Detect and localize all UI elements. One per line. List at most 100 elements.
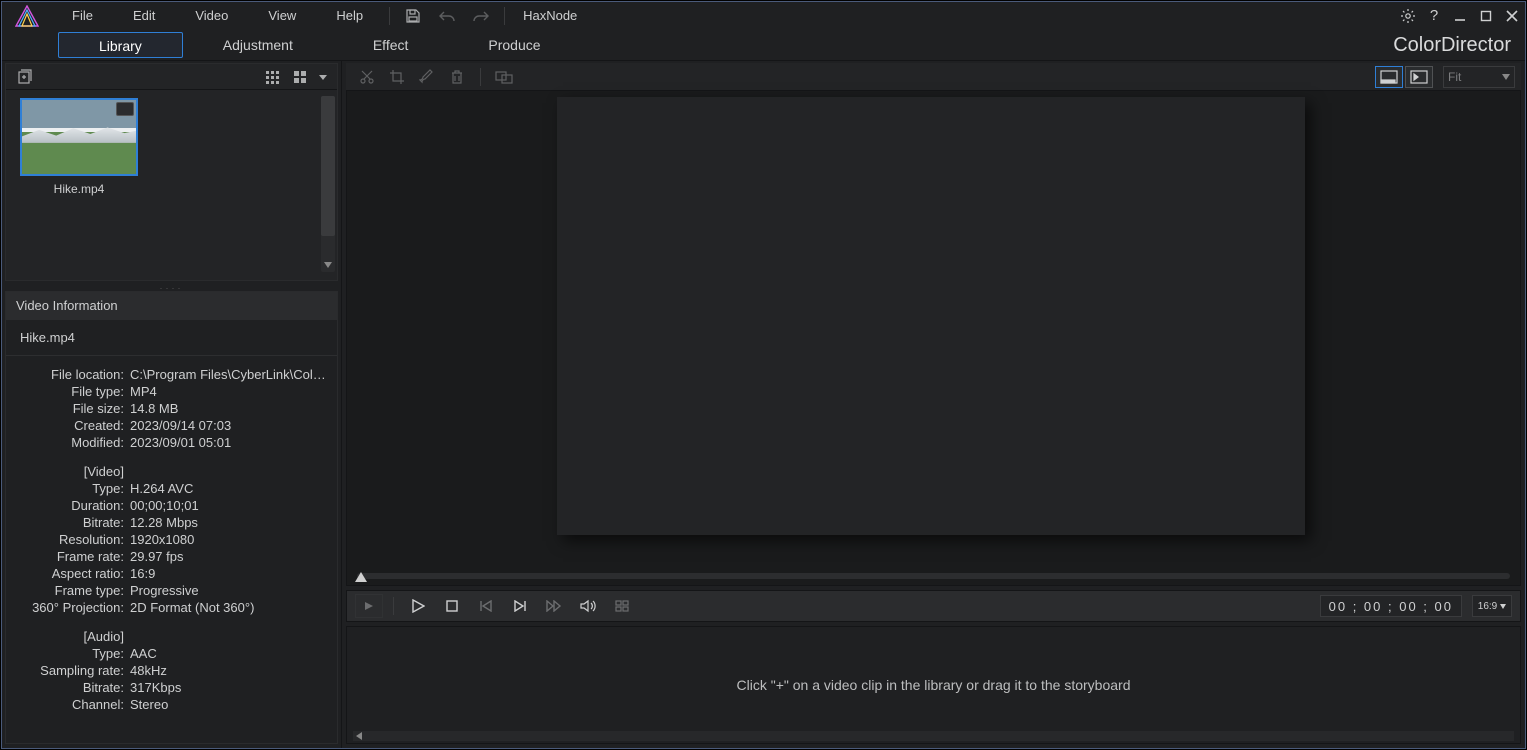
info-row: 360° Projection:2D Format (Not 360°): [6, 599, 331, 616]
stop-button[interactable]: [438, 594, 466, 618]
info-row: Modified:2023/09/01 05:01: [6, 434, 331, 451]
info-value: Stereo: [130, 696, 331, 713]
media-clip-name: Hike.mp4: [14, 182, 144, 196]
tab-adjustment[interactable]: Adjustment: [183, 32, 333, 58]
settings-icon[interactable]: [1397, 5, 1419, 27]
aspect-ratio-value: 16:9: [1478, 601, 1497, 612]
info-row: File type:MP4: [6, 383, 331, 400]
brand-title: ColorDirector: [1393, 29, 1511, 61]
compare-icon: [489, 66, 519, 88]
timecode-display[interactable]: 00 ; 00 ; 00 ; 00: [1320, 595, 1462, 617]
library-grid[interactable]: Hike.mp4: [6, 90, 337, 280]
storyboard-hint: Click "+" on a video clip in the library…: [737, 677, 1131, 693]
play-button[interactable]: [404, 594, 432, 618]
menu-haxnode[interactable]: HaxNode: [511, 2, 589, 29]
panel-splitter[interactable]: ····: [2, 283, 341, 291]
info-value: Progressive: [130, 582, 331, 599]
tab-effect[interactable]: Effect: [333, 32, 449, 58]
info-key: Frame type:: [6, 582, 130, 599]
scrollbar-thumb[interactable]: [321, 96, 335, 236]
cut-icon: [352, 66, 382, 88]
storyboard-scrollbar[interactable]: [353, 731, 1514, 741]
info-value: 48kHz: [130, 662, 331, 679]
view-small-thumbs-icon[interactable]: [261, 66, 283, 88]
menu-separator: [504, 7, 505, 25]
info-key: File location:: [6, 366, 130, 383]
tab-library[interactable]: Library: [58, 32, 183, 58]
menu-view[interactable]: View: [248, 2, 316, 29]
next-frame-button[interactable]: [506, 594, 534, 618]
info-value: 2023/09/01 05:01: [130, 434, 331, 451]
aspect-ratio-dropdown[interactable]: 16:9: [1472, 595, 1512, 617]
clip-badge-icon: [116, 102, 134, 116]
info-key: Modified:: [6, 434, 130, 451]
fast-forward-button: [540, 594, 568, 618]
grid-button: [608, 594, 636, 618]
prev-frame-button: [472, 594, 500, 618]
minimize-button[interactable]: [1449, 5, 1471, 27]
video-info-panel: Video Information Hike.mp4 File location…: [5, 291, 338, 744]
volume-button[interactable]: [574, 594, 602, 618]
library-toolbar: [6, 64, 337, 90]
menu-edit[interactable]: Edit: [113, 2, 175, 29]
scroll-left-icon[interactable]: [353, 731, 365, 741]
info-row: File size:14.8 MB: [6, 400, 331, 417]
view-options-chevron-icon[interactable]: [317, 66, 329, 88]
menubar: File Edit Video View Help HaxNode ?: [2, 2, 1525, 29]
info-value: 2D Format (Not 360°): [130, 599, 331, 616]
info-key: Channel:: [6, 696, 130, 713]
right-column: Fit: [342, 61, 1525, 748]
info-key: [Audio]: [6, 628, 130, 645]
scroll-down-icon[interactable]: [321, 258, 335, 272]
preview-area[interactable]: [346, 91, 1521, 586]
maximize-button[interactable]: [1475, 5, 1497, 27]
help-icon[interactable]: ?: [1423, 5, 1445, 27]
zoom-value: Fit: [1448, 70, 1461, 84]
video-info-title: Video Information: [6, 292, 337, 320]
menu-video[interactable]: Video: [175, 2, 248, 29]
info-key: File size:: [6, 400, 130, 417]
info-value: 14.8 MB: [130, 400, 331, 417]
media-clip[interactable]: Hike.mp4: [14, 98, 144, 272]
info-row: Frame type:Progressive: [6, 582, 331, 599]
storyboard-panel[interactable]: Click "+" on a video clip in the library…: [346, 626, 1521, 744]
menu-file[interactable]: File: [52, 2, 113, 29]
redo-icon: [471, 6, 491, 26]
info-key: 360° Projection:: [6, 599, 130, 616]
info-value: C:\Program Files\CyberLink\Color...: [130, 366, 331, 383]
tab-produce[interactable]: Produce: [448, 32, 580, 58]
main-area: Hike.mp4 ···· Video Information Hike.mp4…: [2, 61, 1525, 748]
import-media-icon[interactable]: [14, 66, 36, 88]
info-row: Aspect ratio:16:9: [6, 565, 331, 582]
info-key: Type:: [6, 480, 130, 497]
preview-toolbar: Fit: [346, 63, 1521, 91]
library-panel: Hike.mp4: [5, 63, 338, 281]
save-icon[interactable]: [403, 6, 423, 26]
info-key: [Video]: [6, 463, 130, 480]
view-split-icon[interactable]: [1405, 66, 1433, 88]
info-value: H.264 AVC: [130, 480, 331, 497]
info-row: Type:AAC: [6, 645, 331, 662]
info-value: 317Kbps: [130, 679, 331, 696]
brush-icon: [412, 66, 442, 88]
info-key: Sampling rate:: [6, 662, 130, 679]
info-row: Bitrate:317Kbps: [6, 679, 331, 696]
info-key: Resolution:: [6, 531, 130, 548]
preview-scrub-track[interactable]: [357, 573, 1510, 579]
info-value: 00;00;10;01: [130, 497, 331, 514]
menu-help[interactable]: Help: [316, 2, 383, 29]
view-single-icon[interactable]: [1375, 66, 1403, 88]
library-scrollbar[interactable]: [321, 96, 335, 272]
zoom-dropdown[interactable]: Fit: [1443, 66, 1515, 88]
info-row: File location:C:\Program Files\CyberLink…: [6, 366, 331, 383]
preview-scrub-cursor[interactable]: [355, 572, 367, 582]
workspace-tabs: Library Adjustment Effect Produce ColorD…: [2, 29, 1525, 61]
close-button[interactable]: [1501, 5, 1523, 27]
preview-canvas: [557, 97, 1305, 535]
info-key: Aspect ratio:: [6, 565, 130, 582]
play-range-button: [355, 594, 383, 618]
view-large-thumbs-icon[interactable]: [289, 66, 311, 88]
video-info-grid: File location:C:\Program Files\CyberLink…: [6, 356, 337, 743]
info-row: Created:2023/09/14 07:03: [6, 417, 331, 434]
media-thumbnail[interactable]: [20, 98, 138, 176]
